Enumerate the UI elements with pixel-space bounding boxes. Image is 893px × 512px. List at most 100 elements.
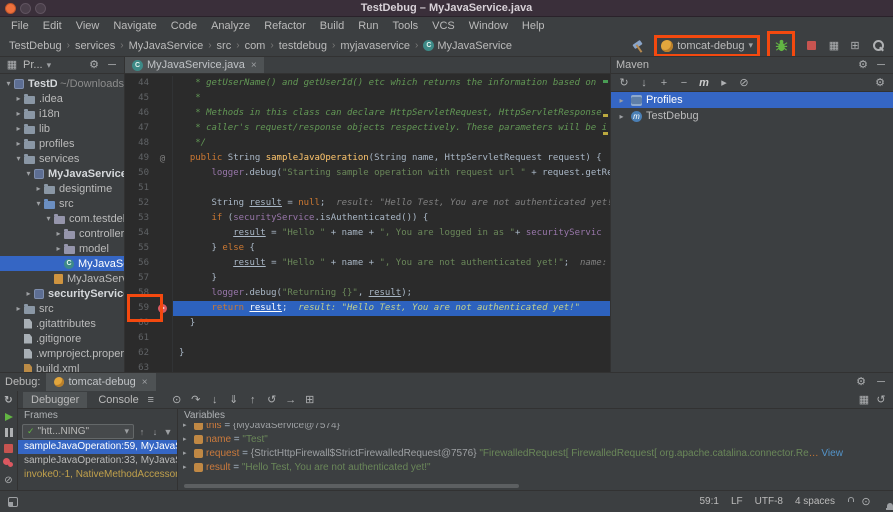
code-line-55[interactable]: 55 } else { [125, 241, 610, 256]
expand-arrow-icon[interactable]: ▸ [183, 423, 191, 429]
code-line-58[interactable]: 58 logger.debug("Returning {}", result); [125, 286, 610, 301]
code-line-57[interactable]: 57 } [125, 271, 610, 286]
tree-item-testdebug[interactable]: ▾TestDebug~/Downloads [0, 76, 124, 91]
code-line-48[interactable]: 48 */ [125, 136, 610, 151]
code-line-59[interactable]: 59 return result; result: "Hello Test, Y… [125, 301, 610, 316]
close-icon[interactable]: × [142, 377, 148, 388]
tree-expand-arrow-icon[interactable]: ▸ [13, 139, 24, 148]
tree-expand-arrow-icon[interactable]: ▾ [33, 199, 44, 208]
gutter[interactable] [153, 286, 173, 301]
variable-row[interactable]: ▸result = "Hello Test, You are not authe… [178, 460, 893, 474]
toolwindow-toggle-icon[interactable] [8, 497, 18, 507]
menu-item-code[interactable]: Code [164, 18, 204, 34]
menu-item-tools[interactable]: Tools [385, 18, 425, 34]
tree-item-securityservice[interactable]: ▸securityService [0, 286, 124, 301]
hide-panel-icon[interactable]: ─ [874, 375, 888, 389]
close-icon[interactable]: × [251, 60, 257, 71]
menu-item-file[interactable]: File [4, 18, 36, 34]
show-execution-point-icon[interactable]: ⊙ [169, 393, 185, 407]
tree-item-wmproject-properties[interactable]: .wmproject.properties [0, 346, 124, 361]
breadcrumb-testdebug[interactable]: TestDebug [6, 40, 65, 52]
tool-grid-icon[interactable]: ▦ [827, 39, 841, 53]
add-icon[interactable]: + [657, 76, 671, 90]
project-views-icon[interactable]: ▦ [5, 58, 19, 72]
code-line-63[interactable]: 63 [125, 361, 610, 372]
code-line-52[interactable]: 52 String result = null; result: "Hello … [125, 196, 610, 211]
window-maximize-button[interactable] [35, 3, 46, 14]
gutter[interactable] [153, 361, 173, 372]
window-close-button[interactable] [5, 3, 16, 14]
expand-arrow-icon[interactable]: ▸ [183, 449, 191, 457]
code-line-44[interactable]: 44 * getUserName() and getUserId() etc w… [125, 76, 610, 91]
gutter[interactable] [153, 136, 173, 151]
window-minimize-button[interactable] [20, 3, 31, 14]
menu-item-build[interactable]: Build [313, 18, 351, 34]
variable-row[interactable]: ▸this = {MyJavaService@7574} [178, 423, 893, 432]
tree-expand-arrow-icon[interactable]: ▾ [43, 214, 54, 223]
line-separator[interactable]: LF [731, 496, 743, 507]
tree-item-idea[interactable]: ▸.idea [0, 91, 124, 106]
tree-expand-arrow-icon[interactable]: ▸ [23, 289, 34, 298]
gear-icon[interactable]: ⚙ [854, 375, 868, 389]
stop-button[interactable] [802, 37, 820, 55]
build-button[interactable] [629, 37, 647, 55]
prev-frame-icon[interactable]: ↑ [137, 427, 147, 437]
tree-item-build-xml[interactable]: build.xml [0, 361, 124, 372]
code-line-46[interactable]: 46 * Methods in this class can declare H… [125, 106, 610, 121]
tree-expand-arrow-icon[interactable]: ▸ [33, 184, 44, 193]
thread-dropdown[interactable]: ✓ "htt...NING" ▾ [22, 424, 134, 439]
maven-item-profiles[interactable]: ▸Profiles [611, 92, 893, 108]
layout-settings-icon[interactable]: ▦ [857, 393, 871, 407]
search-everywhere-button[interactable] [869, 37, 887, 55]
tree-item-gitignore[interactable]: .gitignore [0, 331, 124, 346]
gear-icon[interactable]: ⚙ [87, 58, 101, 72]
gutter[interactable] [153, 196, 173, 211]
gutter[interactable] [153, 181, 173, 196]
tree-item-controller[interactable]: ▸controller [0, 226, 124, 241]
tab-debugger[interactable]: Debugger [23, 392, 87, 408]
step-over-icon[interactable]: ↷ [188, 393, 204, 407]
tree-item-lib[interactable]: ▸lib [0, 121, 124, 136]
project-panel-title[interactable]: Pr... [23, 59, 43, 71]
code-line-54[interactable]: 54 result = "Hello " + name + ", You are… [125, 226, 610, 241]
breadcrumb-myjavaservice[interactable]: CMyJavaService [420, 40, 515, 52]
mute-breakpoints-icon[interactable]: ⊘ [2, 474, 16, 487]
skip-tests-icon[interactable]: ⊘ [737, 76, 751, 90]
gutter[interactable] [153, 211, 173, 226]
maven-settings-icon[interactable]: ⚙ [873, 76, 887, 90]
tree-expand-arrow-icon[interactable]: ▸ [616, 96, 627, 105]
gutter[interactable] [153, 256, 173, 271]
tree-item-profiles[interactable]: ▸profiles [0, 136, 124, 151]
gutter[interactable] [153, 121, 173, 136]
tree-expand-arrow-icon[interactable]: ▸ [53, 229, 64, 238]
menu-item-run[interactable]: Run [351, 18, 385, 34]
tree-item-i18n[interactable]: ▸i18n [0, 106, 124, 121]
code-line-60[interactable]: 60 } [125, 316, 610, 331]
code-line-53[interactable]: 53 if (securityService.isAuthenticated()… [125, 211, 610, 226]
gutter[interactable] [153, 166, 173, 181]
gutter[interactable] [153, 346, 173, 361]
tree-expand-arrow-icon[interactable]: ▸ [53, 244, 64, 253]
tree-item-services[interactable]: ▾services [0, 151, 124, 166]
breadcrumb-myjavaservice[interactable]: myjavaservice [337, 40, 413, 52]
tree-expand-arrow-icon[interactable]: ▸ [13, 109, 24, 118]
menu-item-edit[interactable]: Edit [36, 18, 69, 34]
tree-item-myjavaservice-xml[interactable]: MyJavaService.xml [0, 271, 124, 286]
hide-panel-icon[interactable]: ─ [105, 58, 119, 72]
gutter[interactable] [153, 76, 173, 91]
run-config-select[interactable]: tomcat-debug ▾ [657, 38, 757, 54]
gutter[interactable] [153, 241, 173, 256]
tree-item-myjavaservice[interactable]: ▾MyJavaService [0, 166, 124, 181]
code-line-51[interactable]: 51 [125, 181, 610, 196]
code-editor[interactable]: 44 * getUserName() and getUserId() etc w… [125, 74, 610, 372]
filter-frames-icon[interactable]: ▼ [163, 427, 173, 437]
menu-item-navigate[interactable]: Navigate [106, 18, 163, 34]
tree-expand-arrow-icon[interactable]: ▸ [13, 304, 24, 313]
execute-maven-goal-icon[interactable]: m [697, 76, 711, 90]
reload-maven-icon[interactable]: ↻ [617, 76, 631, 90]
maven-item-testdebug[interactable]: ▸mTestDebug [611, 108, 893, 124]
pause-button[interactable] [2, 426, 16, 439]
breakpoint-gutter[interactable] [153, 301, 173, 316]
gutter[interactable] [153, 106, 173, 121]
menu-item-window[interactable]: Window [462, 18, 515, 34]
